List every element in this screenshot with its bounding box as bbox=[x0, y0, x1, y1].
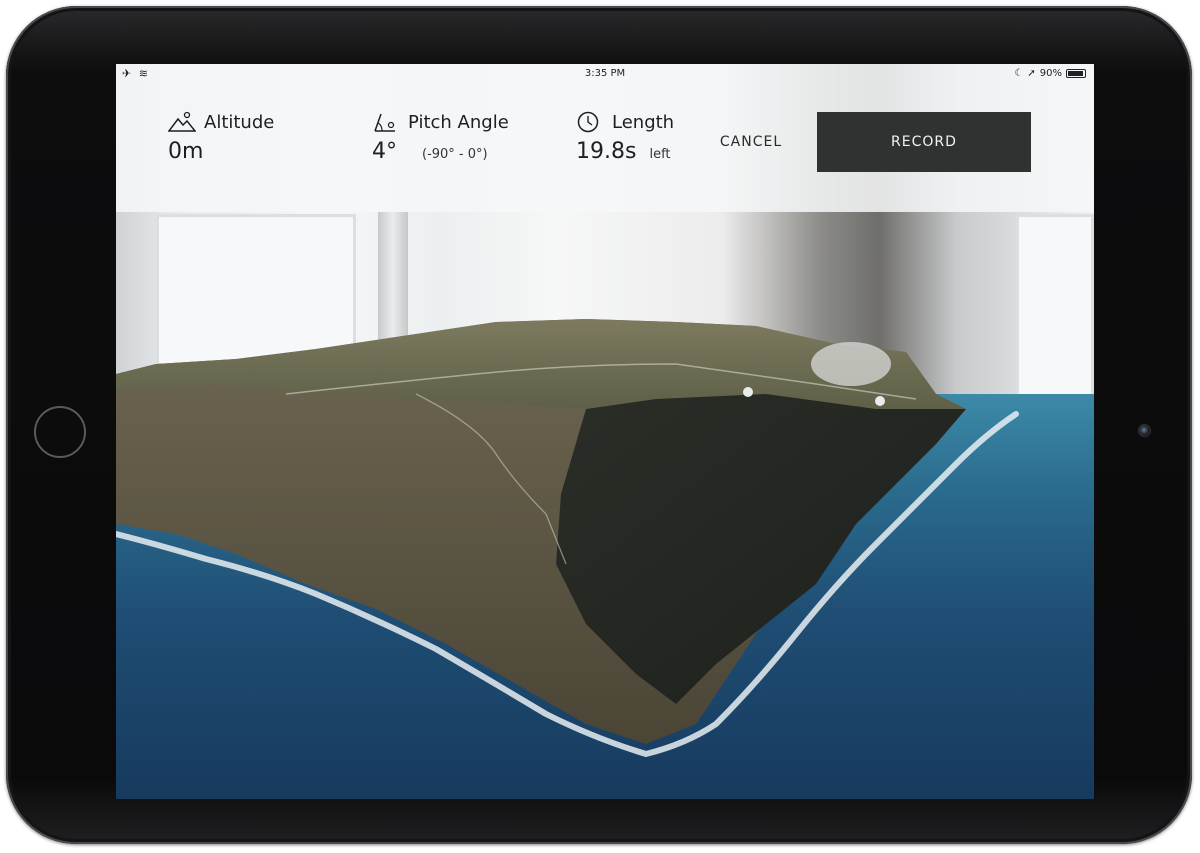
pitch-angle-range: (-90° - 0°) bbox=[422, 147, 488, 162]
moon-icon: ☾ bbox=[1014, 68, 1024, 79]
length-value: 19.8s bbox=[576, 139, 637, 164]
status-time: 3:35 PM bbox=[584, 68, 626, 79]
status-right: ☾ ➚ 90% bbox=[1014, 68, 1086, 79]
cloud-puff bbox=[811, 342, 891, 386]
clock-icon bbox=[577, 111, 599, 133]
length-suffix: left bbox=[649, 147, 671, 162]
home-button[interactable] bbox=[34, 406, 86, 458]
battery-percent: 90% bbox=[1039, 68, 1062, 79]
mountain-icon bbox=[168, 111, 196, 132]
pitch-angle-label: Pitch Angle bbox=[408, 111, 509, 133]
pitch-angle-metric: Pitch Angle 4° (-90° - 0°) bbox=[372, 111, 509, 165]
recording-header: ✈ ≋ 3:35 PM ☾ ➚ 90% Altitude 0m Pitch An… bbox=[116, 64, 1094, 212]
screen: ✈ ≋ 3:35 PM ☾ ➚ 90% Altitude 0m Pitch An… bbox=[116, 64, 1094, 799]
altitude-metric: Altitude 0m bbox=[168, 111, 274, 164]
length-metric: Length 19.8s left bbox=[576, 111, 675, 165]
altitude-value: 0m bbox=[168, 139, 204, 164]
front-camera bbox=[1138, 424, 1151, 437]
location-icon: ➚ bbox=[1027, 68, 1036, 79]
length-label: Length bbox=[612, 111, 675, 133]
pitch-angle-value: 4° bbox=[372, 139, 397, 164]
map-pin[interactable] bbox=[875, 396, 885, 406]
record-button[interactable]: RECORD bbox=[817, 112, 1031, 172]
map-pin[interactable] bbox=[743, 387, 753, 397]
cancel-button[interactable]: CANCEL bbox=[706, 112, 796, 172]
battery-icon bbox=[1066, 69, 1086, 78]
altitude-label: Altitude bbox=[204, 111, 275, 133]
status-bar: ✈ ≋ 3:35 PM ☾ ➚ 90% bbox=[116, 64, 1094, 84]
pitch-angle-icon bbox=[374, 113, 395, 132]
ipad-frame: ✈ ≋ 3:35 PM ☾ ➚ 90% Altitude 0m Pitch An… bbox=[6, 6, 1192, 844]
